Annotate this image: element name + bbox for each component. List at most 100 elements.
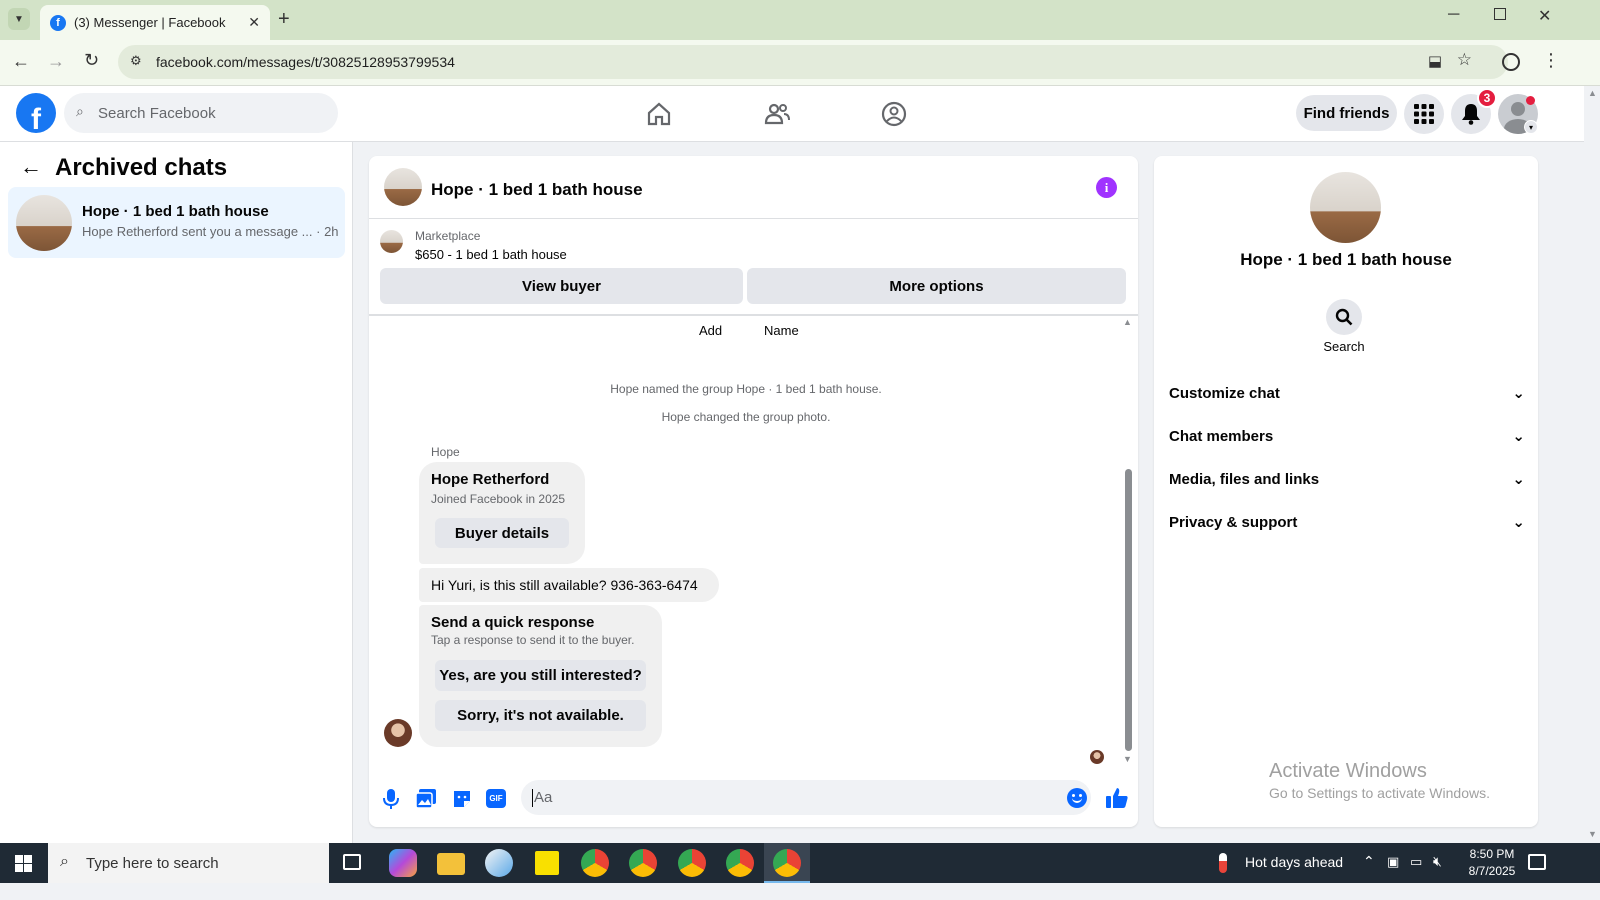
info-search-label: Search: [1323, 339, 1365, 354]
page-scroll-down-icon[interactable]: ▼: [1588, 829, 1597, 839]
page-scroll-up-icon[interactable]: ▲: [1588, 88, 1597, 98]
privacy-support-label: Privacy & support: [1169, 513, 1298, 531]
chat-list-item[interactable]: Hope · 1 bed 1 bath house Hope Retherfor…: [8, 187, 345, 258]
add-action-label[interactable]: Add: [699, 323, 722, 338]
minimize-window-icon[interactable]: ─: [1448, 6, 1459, 24]
network-icon[interactable]: ▭: [1410, 854, 1422, 870]
quick-response-sorry-button[interactable]: Sorry, it's not available.: [435, 700, 646, 731]
browser-menu-icon[interactable]: ⋮: [1542, 50, 1560, 71]
new-tab-button[interactable]: +: [278, 8, 290, 31]
install-app-icon[interactable]: ⬓: [1428, 52, 1442, 70]
gif-icon[interactable]: GIF: [486, 789, 506, 808]
chrome-profile-3-icon[interactable]: [726, 849, 754, 877]
taskbar-active-app-highlight[interactable]: [764, 843, 810, 883]
task-view-icon[interactable]: [343, 854, 361, 870]
scroll-down-arrow-icon[interactable]: ▼: [1123, 754, 1132, 764]
reload-icon[interactable]: ↻: [84, 50, 99, 71]
tab-search-button[interactable]: ▼: [8, 8, 30, 30]
back-icon[interactable]: ←: [12, 51, 30, 72]
info-panel-name: Hope · 1 bed 1 bath house: [1240, 250, 1452, 269]
taskbar-search-placeholder: Type here to search: [86, 854, 219, 872]
buyer-details-button[interactable]: Buyer details: [435, 518, 569, 548]
back-arrow-icon[interactable]: ←: [20, 154, 42, 180]
close-window-icon[interactable]: ✕: [1538, 6, 1551, 26]
windows-taskbar: ⌕ Type here to search Hot days ahead ⌃ ▣…: [0, 843, 1600, 883]
bookmark-star-icon[interactable]: ☆: [1457, 50, 1472, 70]
conversation-avatar[interactable]: [384, 168, 422, 206]
facebook-search-input[interactable]: ⌕ Search Facebook: [64, 93, 338, 133]
name-action-label[interactable]: Name: [764, 323, 799, 338]
info-icon[interactable]: i: [1096, 177, 1117, 198]
system-message-photo-changed: Hope changed the group photo.: [661, 410, 831, 424]
tab-title: (3) Messenger | Facebook: [74, 15, 226, 30]
windows-start-icon[interactable]: [15, 855, 32, 872]
sender-avatar[interactable]: [384, 719, 412, 747]
facebook-favicon-icon: f: [50, 14, 66, 31]
chat-members-row[interactable]: Chat members ⌄: [1169, 421, 1525, 451]
clock-date[interactable]: 8/7/2025: [1458, 864, 1526, 878]
meet-now-icon[interactable]: ▣: [1387, 854, 1399, 870]
weather-text[interactable]: Hot days ahead: [1245, 854, 1343, 870]
copilot-icon[interactable]: [389, 849, 417, 877]
quick-response-yes-button[interactable]: Yes, are you still interested?: [435, 660, 646, 691]
message-bubble[interactable]: Hi Yuri, is this still available? 936-36…: [419, 568, 719, 602]
message-composer-input[interactable]: Aa: [521, 780, 1091, 815]
conversation-title[interactable]: Hope · 1 bed 1 bath house: [431, 180, 643, 200]
find-friends-button[interactable]: Find friends: [1296, 95, 1397, 131]
paint-icon[interactable]: [485, 849, 513, 877]
clock-time[interactable]: 8:50 PM: [1462, 847, 1522, 861]
chrome-profile-1-icon[interactable]: [629, 849, 657, 877]
menu-button[interactable]: [1404, 94, 1444, 134]
account-chevron-icon[interactable]: ▾: [1524, 120, 1538, 134]
groups-icon[interactable]: [880, 100, 908, 128]
more-options-button[interactable]: More options: [747, 268, 1126, 304]
conversation-scrollbar[interactable]: [1125, 469, 1132, 751]
sticky-notes-icon[interactable]: [535, 851, 559, 875]
thumbs-up-icon[interactable]: [1105, 786, 1129, 810]
apps-grid-icon: [1414, 104, 1434, 124]
buyer-card-joined: Joined Facebook in 2025: [431, 492, 566, 506]
file-explorer-icon[interactable]: [437, 853, 465, 875]
show-hidden-icons-icon[interactable]: ⌃: [1363, 853, 1375, 870]
forward-icon[interactable]: →: [47, 51, 65, 72]
friends-icon[interactable]: [763, 100, 791, 128]
privacy-support-row[interactable]: Privacy & support ⌄: [1169, 507, 1525, 537]
photo-gallery-icon[interactable]: [416, 789, 436, 809]
red-dot-indicator: [1526, 96, 1535, 105]
facebook-search-placeholder: Search Facebook: [98, 104, 216, 122]
customize-chat-row[interactable]: Customize chat ⌄: [1169, 378, 1525, 408]
activate-windows-title: Activate Windows: [1269, 760, 1427, 782]
chrome-icon[interactable]: [581, 849, 609, 877]
listing-title[interactable]: $650 - 1 bed 1 bath house: [415, 247, 567, 262]
profile-icon[interactable]: [1502, 53, 1520, 71]
view-buyer-button[interactable]: View buyer: [380, 268, 743, 304]
buyer-card-name: Hope Retherford: [431, 471, 550, 488]
facebook-logo-icon[interactable]: f: [16, 93, 56, 133]
site-info-icon[interactable]: ⚙: [130, 53, 142, 69]
address-bar[interactable]: ⚙ facebook.com/messages/t/30825128953799…: [118, 45, 1508, 79]
info-search-button[interactable]: [1326, 299, 1362, 335]
info-panel-avatar[interactable]: [1310, 172, 1381, 243]
emoji-icon[interactable]: [1067, 788, 1087, 808]
home-icon[interactable]: [645, 100, 673, 128]
notification-center-icon[interactable]: [1528, 854, 1546, 870]
restore-window-icon[interactable]: [1494, 8, 1506, 20]
message-text: Hi Yuri, is this still available? 936-36…: [431, 577, 698, 593]
sticker-icon[interactable]: [452, 789, 472, 809]
browser-toolbar: ← → ↻ ⚙ facebook.com/messages/t/30825128…: [0, 40, 1600, 86]
composer-caret: [532, 789, 533, 807]
weather-thermometer-icon[interactable]: [1219, 853, 1227, 873]
microphone-icon[interactable]: [382, 788, 400, 810]
chevron-down-icon: ⌄: [1512, 471, 1525, 488]
close-tab-icon[interactable]: ✕: [248, 14, 260, 31]
media-files-links-row[interactable]: Media, files and links ⌄: [1169, 464, 1525, 494]
chrome-profile-2-icon[interactable]: [678, 849, 706, 877]
customize-chat-label: Customize chat: [1169, 384, 1280, 402]
marketplace-label: Marketplace: [415, 229, 481, 243]
scroll-up-arrow-icon[interactable]: ▲: [1123, 317, 1132, 327]
chat-time: · 2h: [316, 224, 339, 239]
browser-tab-active[interactable]: f (3) Messenger | Facebook ✕: [40, 5, 270, 40]
volume-muted-icon[interactable]: 🔇︎: [1433, 853, 1442, 870]
taskbar-search-box[interactable]: ⌕ Type here to search: [48, 843, 329, 883]
chrome-active-icon: [773, 849, 801, 877]
